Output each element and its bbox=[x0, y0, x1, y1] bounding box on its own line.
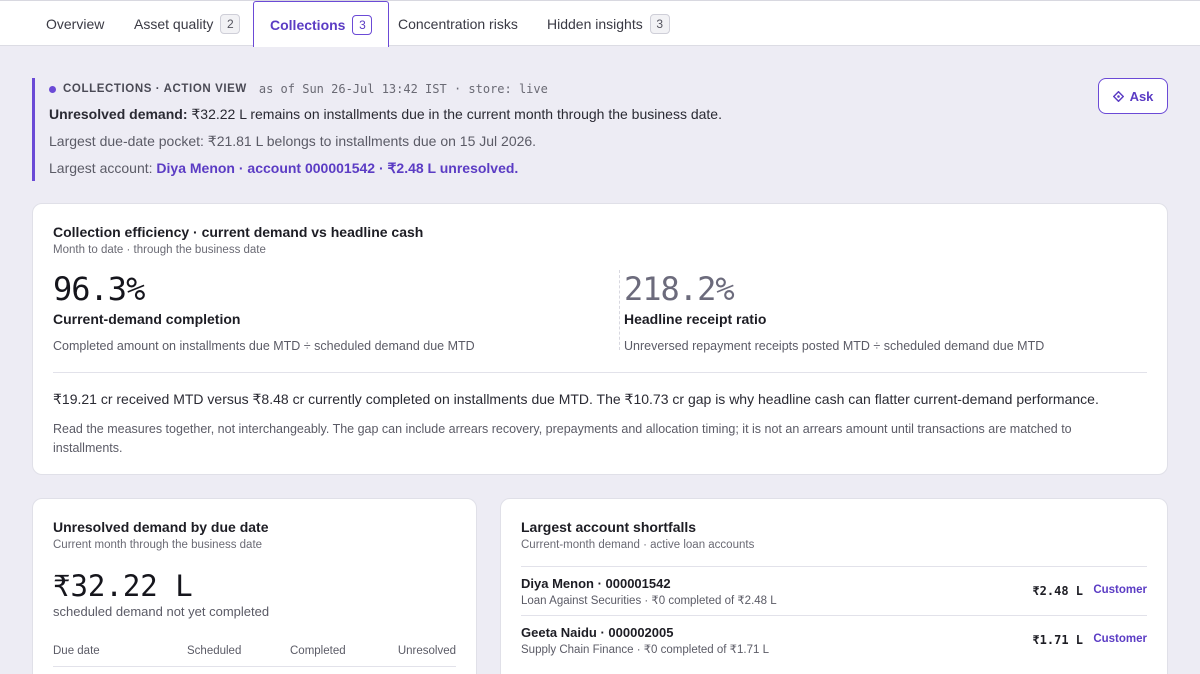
customer-link[interactable]: Customer bbox=[1093, 584, 1147, 596]
banner-timestamp: as of Sun 26-Jul 13:42 IST · store: live bbox=[258, 82, 548, 96]
metric-value: 96.3% bbox=[53, 270, 145, 308]
column-header-due-date[interactable]: Due date bbox=[53, 645, 187, 657]
tab-hidden-insights[interactable]: Hidden insights 3 bbox=[547, 2, 670, 46]
divider bbox=[53, 372, 1147, 373]
metrics-row: 96.3% Current-demand completion Complete… bbox=[53, 270, 1147, 364]
account-name: Diya Menon · 000001542 bbox=[521, 576, 671, 591]
card-subtitle: Current month through the business date bbox=[53, 539, 263, 551]
tab-count-badge: 3 bbox=[649, 14, 670, 34]
action-banner: COLLECTIONS · ACTION VIEW as of Sun 26-J… bbox=[32, 78, 892, 181]
account-meta: Loan Against Securities · ₹0 completed o… bbox=[521, 595, 777, 607]
status-dot-icon bbox=[49, 85, 56, 93]
shortfall-amount: ₹1.71 L bbox=[1032, 633, 1083, 647]
collection-efficiency-card: Collection efficiency · current demand v… bbox=[32, 203, 1168, 475]
shortfall-amount: ₹2.48 L bbox=[1032, 584, 1083, 598]
unresolved-caption: scheduled demand not yet completed bbox=[53, 604, 270, 619]
banner-line-pocket: Largest due-date pocket: ₹21.81 L belong… bbox=[49, 133, 537, 149]
banner-line-largest-account: Largest account: Diya Menon · account 00… bbox=[49, 160, 519, 176]
tab-count-badge: 3 bbox=[352, 14, 373, 35]
column-header-scheduled[interactable]: Scheduled bbox=[187, 645, 290, 657]
tab-label: Asset quality bbox=[134, 16, 214, 32]
banner-header: COLLECTIONS · ACTION VIEW as of Sun 26-J… bbox=[49, 82, 892, 96]
account-name: Geeta Naidu · 000002005 bbox=[521, 625, 674, 640]
tab-collections[interactable]: Collections 3 bbox=[253, 1, 390, 47]
headline-receipt-metric: 218.2% Headline receipt ratio Unreversed… bbox=[624, 270, 1044, 353]
tab-label: Collections bbox=[270, 16, 346, 33]
metric-name: Current-demand completion bbox=[53, 311, 241, 327]
current-demand-metric: 96.3% Current-demand completion Complete… bbox=[53, 270, 475, 353]
tab-label: Overview bbox=[46, 16, 105, 32]
metric-description: Completed amount on installments due MTD… bbox=[53, 339, 475, 353]
metric-value: 218.2% bbox=[624, 270, 735, 308]
tab-label: Hidden insights bbox=[547, 16, 643, 32]
customer-link[interactable]: Customer bbox=[1093, 633, 1147, 645]
tab-asset-quality[interactable]: Asset quality 2 bbox=[134, 2, 241, 46]
table-header: Due date Scheduled Completed Unresolved bbox=[53, 645, 456, 667]
card-title: Collection efficiency · current demand v… bbox=[53, 224, 424, 240]
tab-count-badge: 2 bbox=[220, 14, 241, 34]
banner-kicker: COLLECTIONS · ACTION VIEW bbox=[63, 83, 247, 95]
ask-button[interactable]: Ask bbox=[1098, 78, 1168, 114]
unresolved-demand-card: Unresolved demand by due date Current mo… bbox=[32, 498, 477, 674]
efficiency-note: Read the measures together, not intercha… bbox=[53, 422, 1072, 455]
diamond-icon bbox=[1112, 90, 1124, 102]
column-header-unresolved[interactable]: Unresolved bbox=[396, 645, 456, 657]
list-item[interactable]: Geeta Naidu · 000002005 Supply Chain Fin… bbox=[521, 615, 1147, 664]
card-subtitle: Current-month demand · active loan accou… bbox=[521, 539, 755, 551]
ask-label: Ask bbox=[1129, 88, 1154, 104]
card-title: Unresolved demand by due date bbox=[53, 519, 269, 535]
account-shortfalls-card: Largest account shortfalls Current-month… bbox=[500, 498, 1168, 674]
tab-overview[interactable]: Overview bbox=[46, 2, 104, 46]
list-item[interactable]: Diya Menon · 000001542 Loan Against Secu… bbox=[521, 566, 1147, 615]
unresolved-amount: ₹32.22 L bbox=[53, 569, 193, 603]
column-header-completed[interactable]: Completed bbox=[290, 645, 396, 657]
efficiency-summary: ₹19.21 cr received MTD versus ₹8.48 cr c… bbox=[53, 391, 1099, 407]
metric-description: Unreversed repayment receipts posted MTD… bbox=[624, 339, 1045, 353]
card-subtitle: Month to date · through the business dat… bbox=[53, 244, 266, 256]
tab-concentration-risks[interactable]: Concentration risks bbox=[398, 2, 518, 46]
metric-divider bbox=[619, 270, 620, 350]
banner-line-unresolved: Unresolved demand: ₹32.22 L remains on i… bbox=[49, 106, 722, 122]
tab-bar: Overview Asset quality 2 Collections 3 C… bbox=[0, 0, 1200, 47]
account-meta: Supply Chain Finance · ₹0 completed of ₹… bbox=[521, 644, 769, 656]
card-title: Largest account shortfalls bbox=[521, 519, 697, 535]
largest-account-link[interactable]: Diya Menon · account 000001542 · ₹2.48 L… bbox=[156, 160, 518, 176]
tab-label: Concentration risks bbox=[398, 16, 518, 32]
metric-name: Headline receipt ratio bbox=[624, 311, 767, 327]
